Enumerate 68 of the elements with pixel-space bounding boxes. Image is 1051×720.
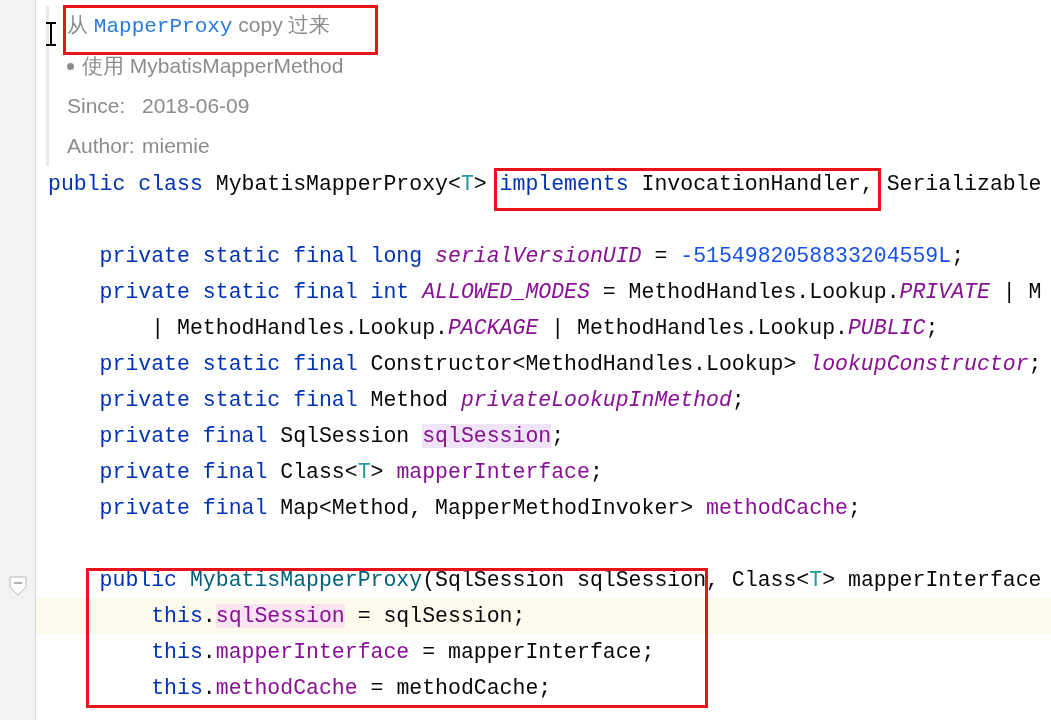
code-token: . [202,640,216,664]
code-token: private final [98,496,269,520]
doc-text: 从 MapperProxy copy 过来 [67,12,331,40]
code-token: ; [925,316,939,340]
text-cursor-icon [45,22,57,46]
code-token: PUBLIC [847,316,926,340]
code-token: implements [499,172,629,196]
code-token: private static final [98,352,359,376]
code-token: this [150,640,203,664]
code-token: > [370,460,385,484]
code-token: serialVersionUID [435,244,642,268]
code-token: | MethodHandles.Lookup. [150,316,448,340]
code-token: this [150,604,203,628]
code-token: private static final long [98,244,424,268]
code-token: = [653,244,669,268]
code-token: = MethodHandles.Lookup. [601,280,900,304]
code-token: Map<Method, MapperMethodInvoker> [280,496,695,520]
fold-icon[interactable] [8,576,27,596]
code-token: PRIVATE [899,280,990,304]
code-token: public class [48,172,204,196]
doc-tag-value: 2018-06-09 [142,93,250,120]
code-token: private static final [98,388,359,412]
code-token: mapperInterface [396,460,590,484]
code-token: . [202,604,216,628]
code-token: Constructor<MethodHandles.Lookup> [370,352,798,376]
code-token: ; [951,244,965,268]
code-token: > [473,172,488,196]
code-token: privateLookupInMethod [460,388,732,412]
code-token: ; [847,496,861,520]
code-token: InvocationHandler, Serializable [640,172,1042,196]
code-token: methodCache [706,496,848,520]
code-token: ; [589,460,603,484]
code-token: SqlSession [280,424,411,448]
code-token: T [460,172,474,196]
code-token: Class< [280,460,358,484]
code-token: = mapperInterface; [421,640,655,664]
code-token: methodCache [215,676,358,700]
code-token: . [202,676,216,700]
doc-tag-label: Since: [67,93,127,120]
code-token: ; [731,388,745,412]
highlighted-code-token: sqlSession [215,604,345,628]
code-token: lookupConstructor [809,352,1029,376]
code-token: mapperInterface [215,640,410,664]
doc-tag-value: miemie [142,133,210,160]
code-token: private final [98,424,269,448]
code-token: ; [1028,352,1042,376]
code-token: = sqlSession; [356,604,526,628]
code-token: = methodCache; [369,676,552,700]
highlighted-code-token: sqlSession [422,424,552,448]
code-token: > mapperInterface [822,568,1042,592]
code-token: private static final int [98,280,411,304]
code-token: private final [98,460,269,484]
bullet-icon [67,62,74,70]
code-token: T [357,460,371,484]
code-token: | MethodHandles.Lookup. [550,316,848,340]
doc-text: 使用 MybatisMapperMethod [82,53,344,80]
code-token: MybatisMapperProxy< [215,172,461,196]
code-token: this [150,676,203,700]
code-token: Method [370,388,449,412]
code-token: PACKAGE [447,316,539,340]
code-token: T [809,568,823,592]
code-token: public [98,568,179,592]
code-token: | M [1001,280,1042,304]
doc-tag-label: Author: [67,133,136,160]
code-token: MybatisMapperProxy [189,568,423,592]
code-token: -5154982058833204559L [680,244,952,268]
code-token: ALLOWED_MODES [422,280,590,304]
code-token: ; [551,424,565,448]
